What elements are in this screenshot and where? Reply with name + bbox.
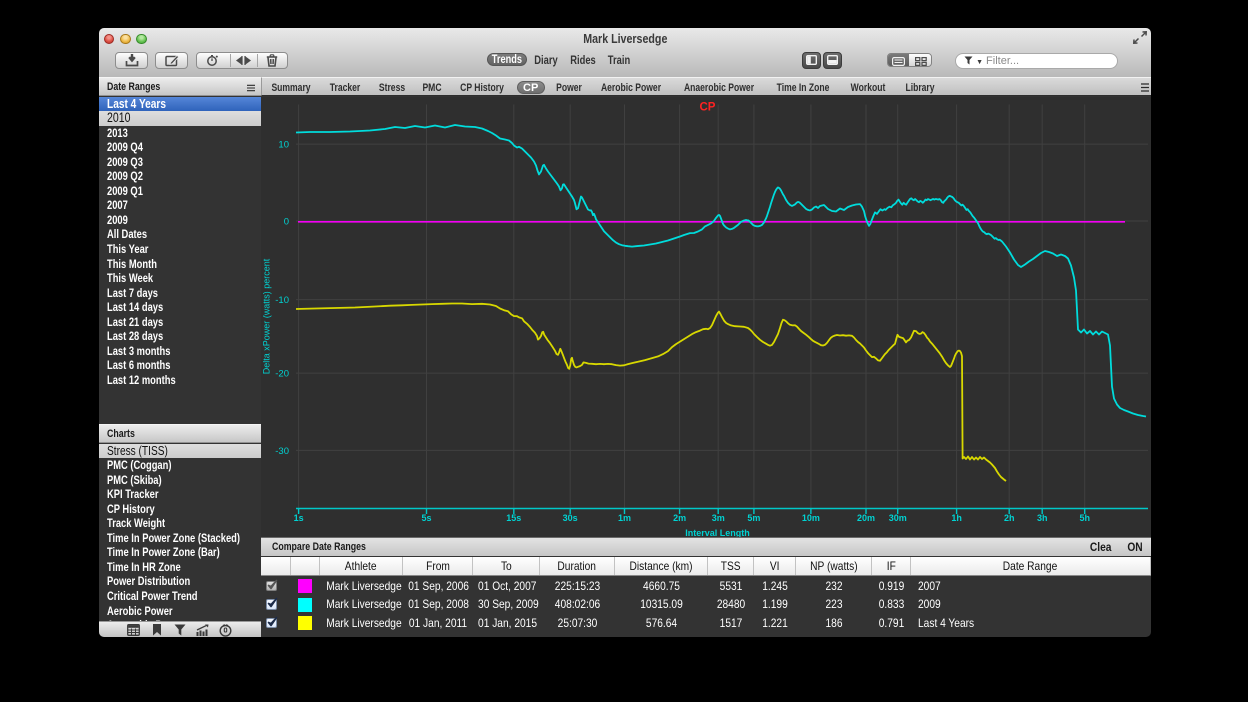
svg-text:5m: 5m [747, 513, 760, 523]
svg-text:2m: 2m [673, 513, 686, 523]
svg-text:-30: -30 [275, 446, 289, 457]
svg-text:3h: 3h [1037, 513, 1048, 523]
svg-text:10: 10 [278, 140, 289, 151]
svg-text:2h: 2h [1004, 513, 1015, 523]
svg-text:30s: 30s [563, 513, 578, 523]
svg-text:10m: 10m [802, 513, 820, 523]
svg-text:1s: 1s [294, 513, 304, 523]
svg-text:Delta xPower (watts) percent: Delta xPower (watts) percent [262, 258, 272, 374]
svg-text:1m: 1m [618, 513, 631, 523]
svg-text:CP: CP [700, 102, 716, 114]
svg-text:15s: 15s [506, 513, 521, 523]
svg-text:30m: 30m [889, 513, 907, 523]
svg-text:-10: -10 [275, 295, 289, 306]
svg-text:0: 0 [284, 217, 289, 228]
svg-text:20m: 20m [857, 513, 875, 523]
svg-text:5s: 5s [421, 513, 431, 523]
svg-text:-20: -20 [275, 369, 289, 380]
svg-text:1h: 1h [951, 513, 962, 523]
svg-text:5h: 5h [1079, 513, 1090, 523]
svg-text:3m: 3m [712, 513, 725, 523]
